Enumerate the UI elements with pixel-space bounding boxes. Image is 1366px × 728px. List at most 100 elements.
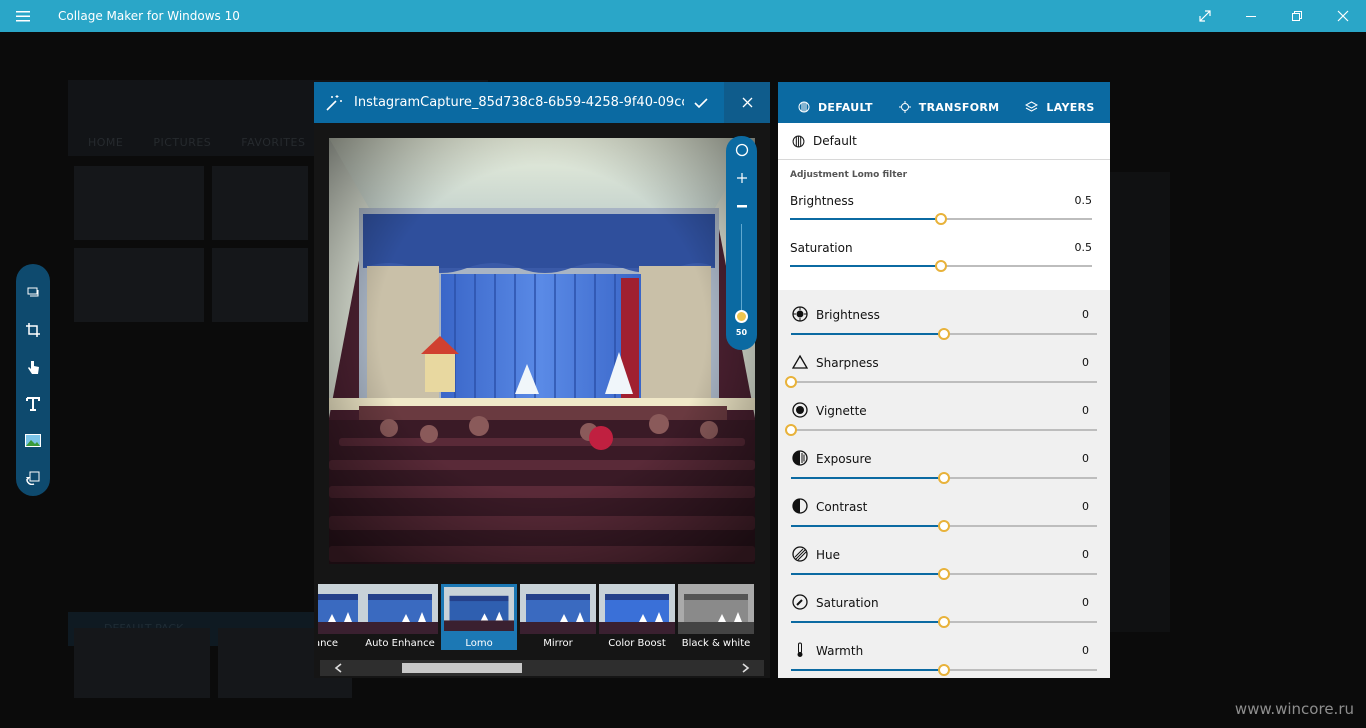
slider-thumb[interactable]	[938, 664, 950, 676]
slider-label: Hue	[816, 548, 841, 562]
hamburger-menu-button[interactable]	[0, 0, 46, 32]
slider-thumb[interactable]	[938, 328, 950, 340]
bg-tab-favorites: FAVORITES	[241, 136, 306, 149]
editor-filename: InstagramCapture_85d738c8-6b59-4258-9f40…	[354, 95, 684, 110]
slider-track[interactable]	[790, 260, 1092, 272]
crop-icon	[26, 322, 40, 337]
filter-thumbnail[interactable]: Black & white	[678, 584, 754, 650]
filter-thumbnail-image	[444, 587, 514, 631]
filmstrip-scrollbar[interactable]	[320, 660, 764, 676]
slider-value: 0	[1082, 356, 1089, 369]
slider-thumb[interactable]	[938, 472, 950, 484]
slider-label: Contrast	[816, 500, 868, 514]
chevron-right-icon	[742, 663, 750, 673]
restore-button[interactable]	[1274, 0, 1320, 32]
tab-default[interactable]: DEFAULT	[778, 91, 887, 123]
slider-thumb[interactable]	[785, 424, 797, 436]
text-tool-button[interactable]	[16, 385, 50, 422]
bg-thumbnail	[74, 248, 204, 322]
layers-icon	[1025, 101, 1039, 112]
background-strip	[1110, 172, 1170, 632]
filter-thumbnail-label: Auto Enhance	[365, 638, 435, 649]
slider-label: Sharpness	[816, 356, 879, 370]
bg-thumbnail	[212, 166, 308, 240]
filter-thumbnail[interactable]: Lomo	[441, 584, 517, 650]
zoom-track[interactable]	[741, 224, 742, 312]
close-icon	[1337, 10, 1349, 22]
tab-default-label: DEFAULT	[818, 100, 873, 114]
slider-track[interactable]	[791, 472, 1097, 484]
zoom-control: 50	[726, 136, 757, 350]
slider-track[interactable]	[791, 328, 1097, 340]
zoom-fit-button[interactable]	[726, 136, 757, 164]
scroll-left-button[interactable]	[330, 660, 346, 676]
slider-track[interactable]	[791, 664, 1097, 676]
filter-thumbnail-label: ance	[318, 638, 339, 649]
slider-track[interactable]	[791, 520, 1097, 532]
crop-tool-button[interactable]	[16, 311, 50, 348]
bg-thumbnail	[74, 166, 204, 240]
tab-layers[interactable]: LAYERS	[1013, 91, 1108, 123]
slider-value: 0.5	[1074, 194, 1093, 207]
filter-thumbnail[interactable]: ance	[318, 584, 364, 650]
fullscreen-button[interactable]	[1182, 0, 1228, 32]
adjustment-slider-row: Saturation 0.5	[778, 241, 1110, 281]
slider-track[interactable]	[785, 376, 1097, 388]
apply-button[interactable]	[678, 82, 724, 123]
zoom-out-button[interactable]	[726, 192, 757, 220]
filter-thumbnail-label: Color Boost	[608, 638, 666, 649]
photo-preview[interactable]	[329, 138, 755, 564]
scrollbar-thumb[interactable]	[402, 663, 522, 673]
tab-layers-label: LAYERS	[1046, 100, 1095, 114]
slider-track[interactable]	[790, 213, 1092, 225]
filter-thumbnail[interactable]: Color Boost	[599, 584, 675, 650]
scroll-right-button[interactable]	[738, 660, 754, 676]
slider-thumb[interactable]	[935, 213, 947, 225]
slider-fill	[791, 333, 944, 335]
adjustment-slider-row: Saturation 0	[778, 594, 1110, 636]
minimize-button[interactable]	[1228, 0, 1274, 32]
slider-track[interactable]	[791, 616, 1097, 628]
sharpness-icon	[791, 354, 809, 370]
reset-tool-button[interactable]	[16, 459, 50, 496]
minimize-icon	[1246, 16, 1256, 17]
slider-track[interactable]	[785, 424, 1097, 436]
image-tool-button[interactable]	[16, 422, 50, 459]
bg-tab-pictures: PICTURES	[153, 136, 212, 149]
slider-thumb[interactable]	[938, 616, 950, 628]
touch-tool-button[interactable]	[16, 348, 50, 385]
slider-thumb[interactable]	[938, 520, 950, 532]
filter-filmstrip: ance Auto Enhance Lomo Mirror Color Boost Bla…	[318, 580, 766, 652]
expand-icon	[1199, 10, 1211, 22]
tab-transform[interactable]: TRANSFORM	[887, 91, 1014, 123]
filter-thumbnail-image	[678, 584, 754, 634]
vignette-icon	[792, 402, 808, 418]
chevron-left-icon	[334, 663, 342, 673]
preset-selector[interactable]: Default	[778, 123, 1110, 160]
layers-tool-button[interactable]	[16, 274, 50, 311]
slider-fill	[790, 265, 941, 267]
filter-icon	[798, 101, 810, 113]
cancel-button[interactable]	[724, 82, 770, 123]
slider-track[interactable]	[791, 568, 1097, 580]
zoom-slider-thumb[interactable]	[735, 310, 748, 323]
hand-pointer-icon	[28, 360, 39, 374]
slider-thumb[interactable]	[785, 376, 797, 388]
saturation-icon	[792, 594, 808, 610]
bg-tab-home: HOME	[88, 136, 124, 149]
filter-thumbnail-image	[362, 584, 438, 634]
slider-thumb[interactable]	[938, 568, 950, 580]
slider-label: Vignette	[816, 404, 867, 418]
theater-photo	[329, 138, 755, 564]
hamburger-icon	[16, 11, 30, 22]
close-window-button[interactable]	[1320, 0, 1366, 32]
magic-wand-button[interactable]	[314, 82, 354, 123]
zoom-in-button[interactable]	[726, 164, 757, 192]
bg-thumbnail	[74, 628, 210, 698]
filter-thumbnail[interactable]: Auto Enhance	[362, 584, 438, 650]
slider-value: 0.5	[1074, 241, 1093, 254]
text-icon	[26, 396, 40, 411]
slider-thumb[interactable]	[935, 260, 947, 272]
adjustment-slider-row: Warmth 0	[778, 642, 1110, 678]
filter-thumbnail[interactable]: Mirror	[520, 584, 596, 650]
